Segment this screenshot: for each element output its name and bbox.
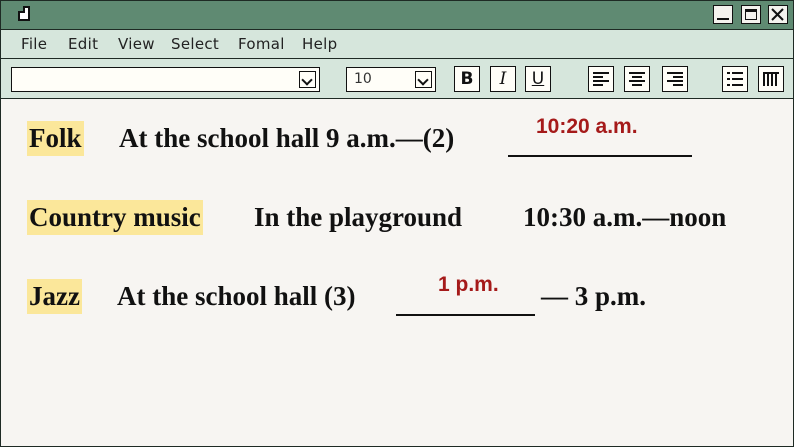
event-text: In the playground [254,202,463,232]
title-bar [1,1,793,30]
align-right-icon [667,72,683,86]
menu-select[interactable]: Select [171,35,219,53]
font-size-select[interactable]: 10 [346,67,436,92]
event-text: At the school hall 9 a.m.—(2) [119,123,455,153]
font-size-value: 10 [354,71,372,87]
align-center-button[interactable] [624,66,650,92]
close-button[interactable] [768,5,788,24]
category-label: Jazz [27,279,82,314]
bullet-list-button[interactable] [722,66,748,92]
event-time: 10:30 a.m.—noon [523,202,727,232]
answer-text: 10:20 a.m. [536,115,638,138]
menu-bar: File Edit View Select Fomal Help [1,30,793,59]
bullet-list-icon [727,72,743,86]
category-label: Folk [27,121,84,156]
underline-button[interactable]: U [525,66,551,92]
columns-button[interactable] [758,66,784,92]
menu-format[interactable]: Fomal [238,35,285,53]
menu-view[interactable]: View [118,35,155,53]
event-suffix: — 3 p.m. [541,281,647,311]
bold-button[interactable]: B [454,66,480,92]
close-icon [771,8,784,21]
align-left-icon [593,72,609,86]
document-body[interactable]: Folk At the school hall 9 a.m.—(2) 10:20… [1,99,793,446]
menu-edit[interactable]: Edit [68,35,98,53]
font-name-select[interactable] [11,67,320,92]
document-icon [18,6,30,21]
answer-text: 1 p.m. [438,273,499,296]
menu-file[interactable]: File [21,35,47,53]
italic-button[interactable]: I [490,66,516,92]
align-center-icon [629,72,645,86]
event-text: At the school hall (3) [117,281,356,311]
align-right-button[interactable] [662,66,688,92]
menu-help[interactable]: Help [302,35,337,53]
columns-icon [763,72,779,86]
chevron-down-icon[interactable] [299,71,316,88]
align-left-button[interactable] [588,66,614,92]
chevron-down-icon[interactable] [415,71,432,88]
maximize-button[interactable] [741,5,761,24]
category-label: Country music [27,200,203,235]
toolbar: 10 B I U [1,59,793,99]
minimize-button[interactable] [713,5,733,24]
app-window: File Edit View Select Fomal Help 10 B I … [0,0,794,447]
